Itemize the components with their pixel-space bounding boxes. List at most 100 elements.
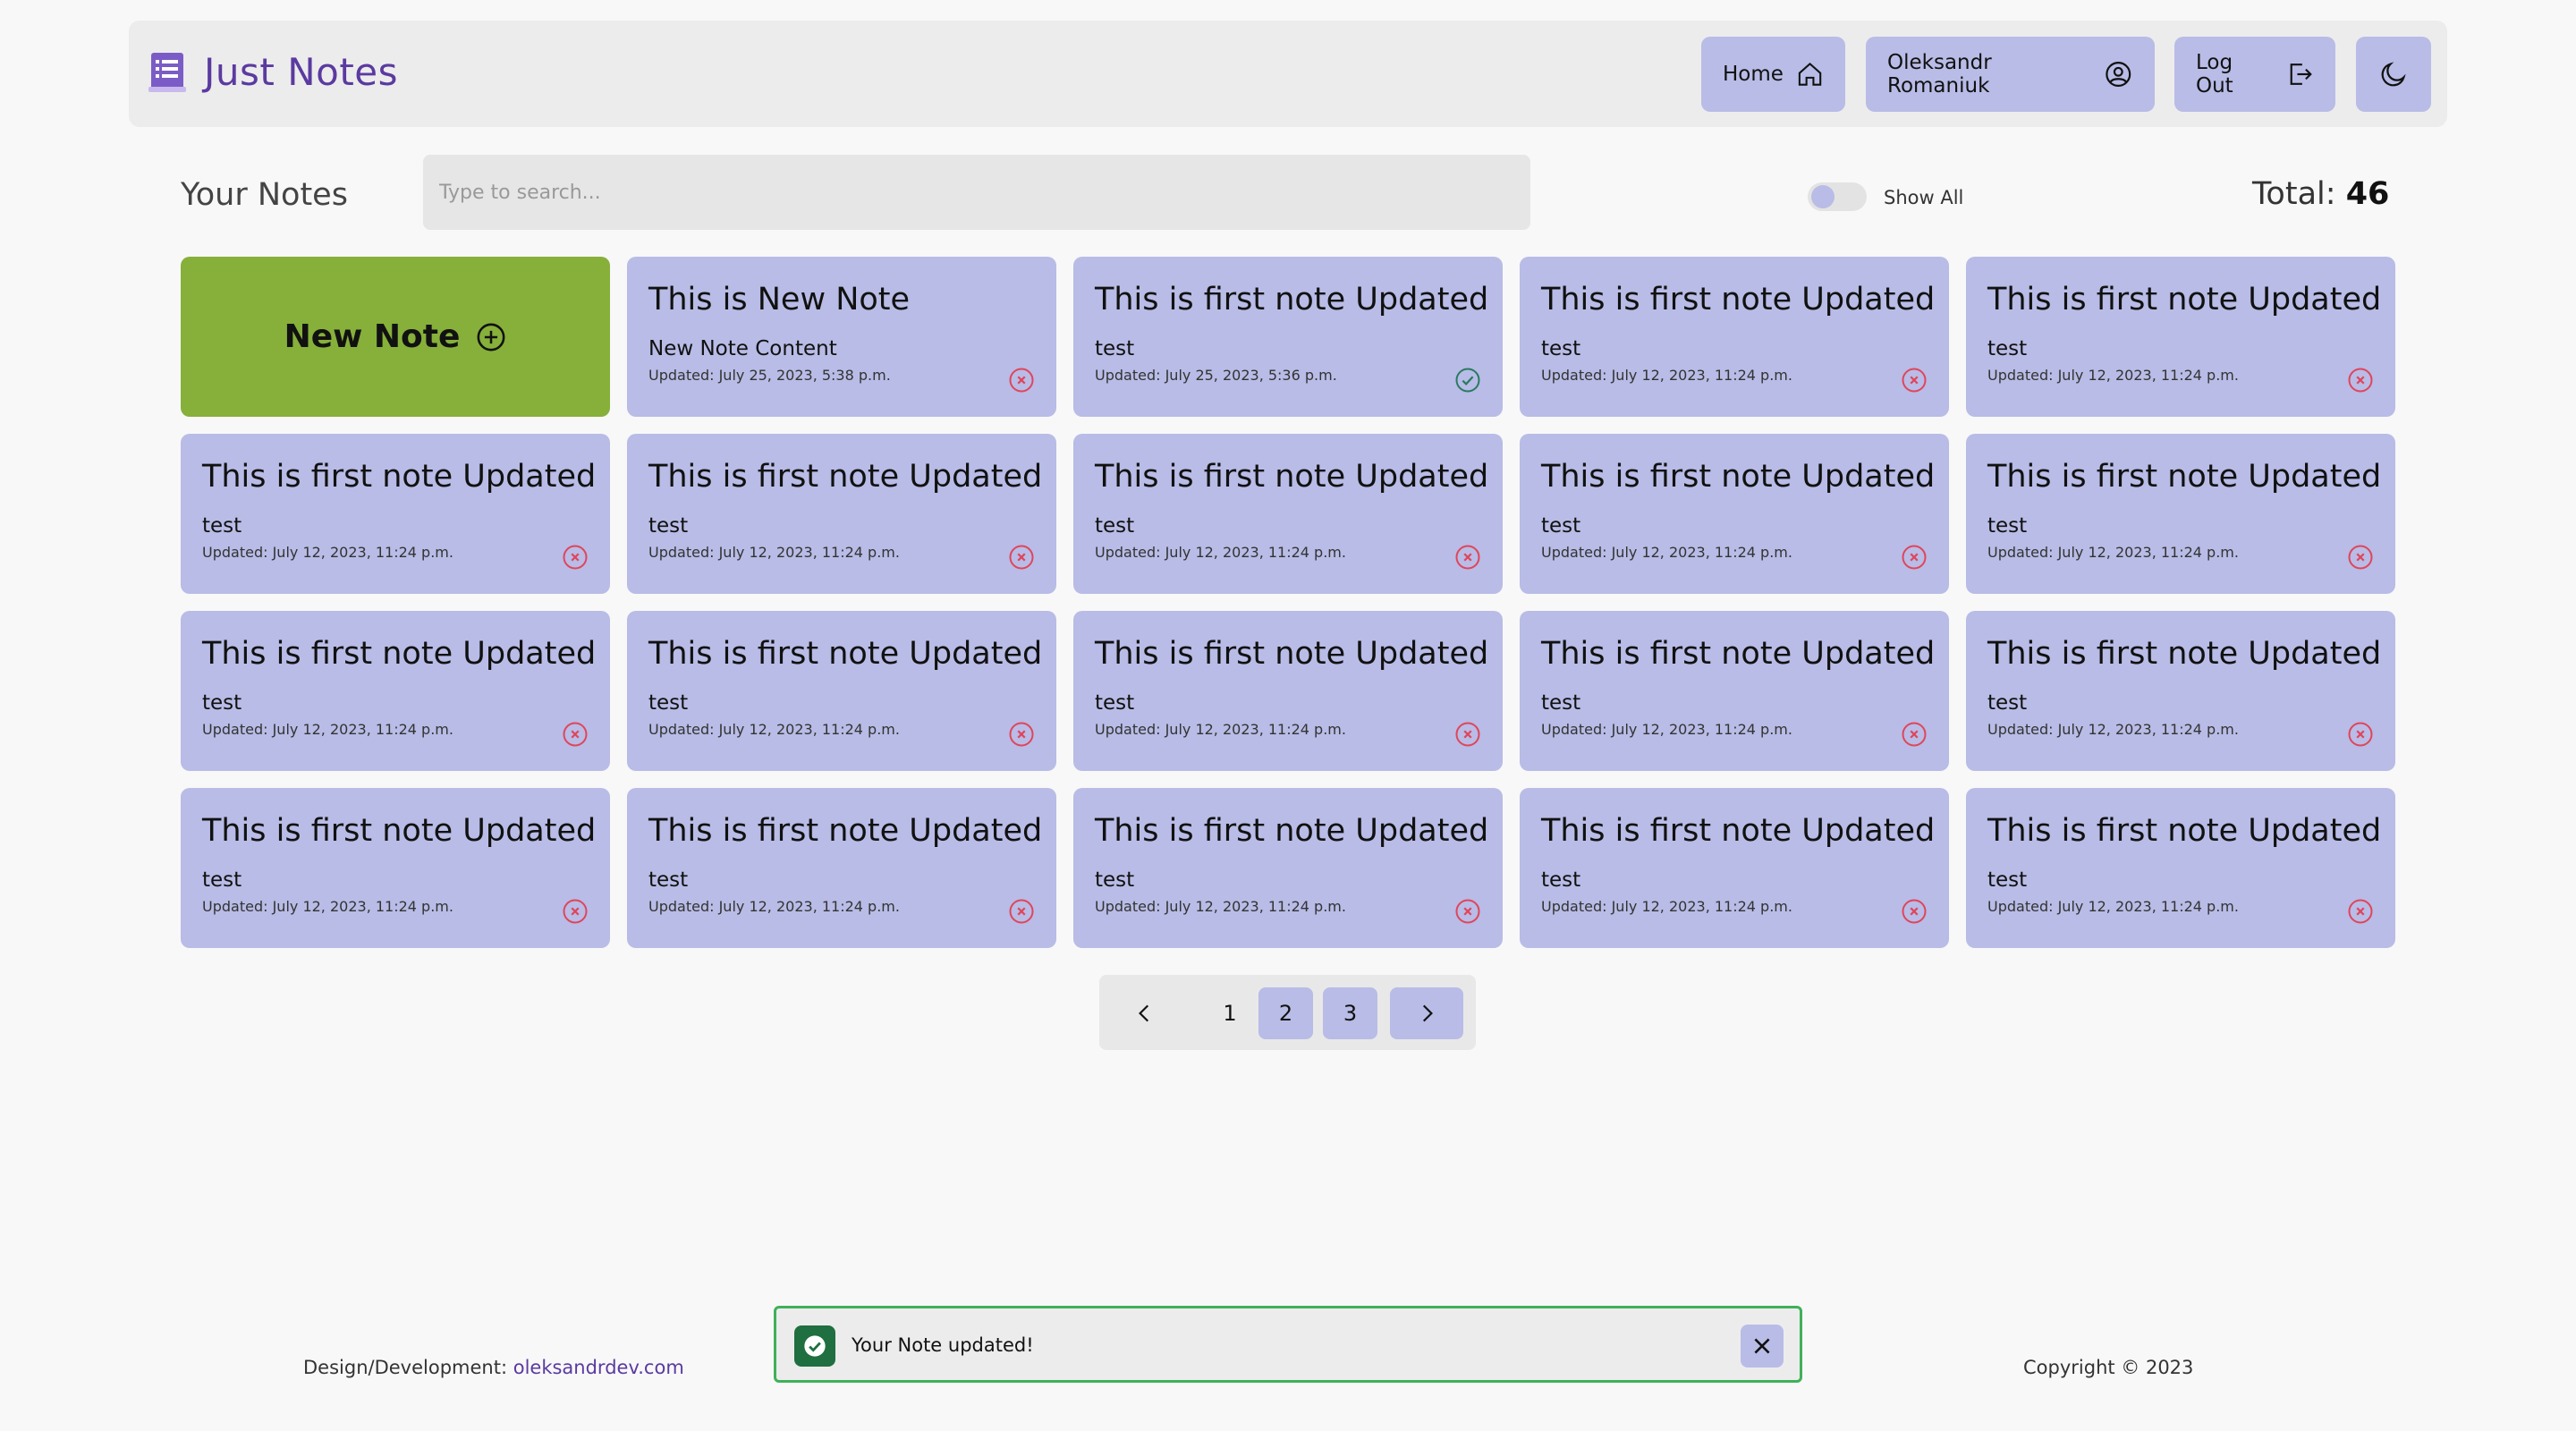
note-card[interactable]: This is first note Updated test Updated: J… xyxy=(627,434,1056,594)
page-title: Your Notes xyxy=(181,177,348,213)
check-circle-icon[interactable] xyxy=(1454,367,1481,394)
home-button[interactable]: Home xyxy=(1701,37,1845,112)
note-updated-date: Updated: July 25, 2023, 5:38 p.m. xyxy=(648,367,891,384)
note-title: This is first note Updated xyxy=(1095,813,1489,849)
note-updated-date: Updated: July 12, 2023, 11:24 p.m. xyxy=(1987,721,2239,738)
note-content: test xyxy=(1987,691,2028,715)
user-circle-icon xyxy=(2106,62,2131,87)
logout-icon xyxy=(2290,64,2312,85)
x-circle-icon[interactable] xyxy=(2347,367,2374,394)
x-circle-icon[interactable] xyxy=(1008,367,1035,394)
x-circle-icon[interactable] xyxy=(1008,544,1035,571)
prev-page-button[interactable] xyxy=(1119,987,1171,1039)
notebook-icon[interactable] xyxy=(148,51,186,94)
note-content: test xyxy=(202,514,242,538)
app-title[interactable]: Just Notes xyxy=(204,47,398,97)
show-all-toggle[interactable] xyxy=(1808,182,1867,211)
note-title: This is first note Updated xyxy=(1541,813,1936,849)
note-card[interactable]: This is first note Updated test Updated: J… xyxy=(1520,434,1949,594)
note-title: This is first note Updated xyxy=(648,459,1043,495)
note-title: This is first note Updated xyxy=(1095,636,1489,672)
note-card[interactable]: This is first note Updated test Updated: J… xyxy=(1073,788,1503,948)
note-card[interactable]: This is first note Updated test Updated: J… xyxy=(1966,611,2395,771)
note-content: test xyxy=(648,691,689,715)
note-content: test xyxy=(1987,337,2028,360)
notes-grid: New Note This is New Note New Note Conten… xyxy=(181,257,2395,948)
note-content: test xyxy=(202,691,242,715)
show-all-label: Show All xyxy=(1884,187,1964,208)
note-updated-date: Updated: July 12, 2023, 11:24 p.m. xyxy=(1987,367,2239,384)
x-circle-icon[interactable] xyxy=(2347,721,2374,748)
credit-link[interactable]: oleksandrdev.com xyxy=(513,1357,684,1378)
note-card[interactable]: This is first note Updated test Updated: J… xyxy=(627,611,1056,771)
x-circle-icon[interactable] xyxy=(1901,898,1928,925)
theme-toggle-button[interactable] xyxy=(2356,37,2431,112)
next-page-button[interactable] xyxy=(1390,987,1463,1039)
note-content: test xyxy=(1095,868,1135,892)
close-icon xyxy=(1754,1338,1770,1354)
x-circle-icon[interactable] xyxy=(1454,544,1481,571)
note-title: This is first note Updated xyxy=(1095,282,1489,318)
note-card[interactable]: This is first note Updated test Updated: J… xyxy=(1966,257,2395,417)
note-card[interactable]: This is first note Updated test Updated: J… xyxy=(1073,611,1503,771)
x-circle-icon[interactable] xyxy=(1901,721,1928,748)
x-circle-icon[interactable] xyxy=(1008,721,1035,748)
toggle-knob xyxy=(1811,185,1835,208)
page-button-3[interactable]: 3 xyxy=(1323,987,1377,1039)
x-circle-icon[interactable] xyxy=(1901,367,1928,394)
note-card[interactable]: This is first note Updated test Updated: J… xyxy=(181,788,610,948)
new-note-button[interactable]: New Note xyxy=(181,257,610,417)
note-card[interactable]: This is first note Updated test Updated: J… xyxy=(1520,257,1949,417)
note-title: This is first note Updated xyxy=(648,813,1043,849)
note-card[interactable]: This is first note Updated test Updated: J… xyxy=(627,788,1056,948)
toast-close-button[interactable] xyxy=(1741,1325,1784,1367)
note-card[interactable]: This is first note Updated test Updated: J… xyxy=(1966,434,2395,594)
note-updated-date: Updated: July 12, 2023, 11:24 p.m. xyxy=(648,544,900,561)
x-circle-icon[interactable] xyxy=(2347,544,2374,571)
page-button-1[interactable]: 1 xyxy=(1204,987,1256,1039)
home-label: Home xyxy=(1723,63,1784,86)
note-title: This is first note Updated xyxy=(1987,813,2382,849)
search-input[interactable] xyxy=(423,155,1530,230)
note-card[interactable]: This is first note Updated test Updated: J… xyxy=(181,611,610,771)
note-card[interactable]: This is New Note New Note Content Updated:… xyxy=(627,257,1056,417)
total-label: Total: xyxy=(2252,176,2336,212)
credit-label: Design/Development: xyxy=(303,1357,508,1378)
note-updated-date: Updated: July 12, 2023, 11:24 p.m. xyxy=(1095,544,1346,561)
note-content: test xyxy=(648,868,689,892)
x-circle-icon[interactable] xyxy=(1008,898,1035,925)
note-content: test xyxy=(1095,691,1135,715)
note-updated-date: Updated: July 12, 2023, 11:24 p.m. xyxy=(1095,898,1346,915)
note-title: This is first note Updated xyxy=(1987,282,2382,318)
x-circle-icon[interactable] xyxy=(1454,721,1481,748)
note-updated-date: Updated: July 25, 2023, 5:36 p.m. xyxy=(1095,367,1337,384)
note-title: This is first note Updated xyxy=(1987,459,2382,495)
note-content: test xyxy=(1095,514,1135,538)
x-circle-icon[interactable] xyxy=(2347,898,2374,925)
note-card[interactable]: This is first note Updated test Updated: J… xyxy=(1520,611,1949,771)
x-circle-icon[interactable] xyxy=(562,898,589,925)
note-card[interactable]: This is first note Updated test Updated: J… xyxy=(1073,257,1503,417)
page-button-2[interactable]: 2 xyxy=(1258,987,1313,1039)
note-card[interactable]: This is first note Updated test Updated: J… xyxy=(181,434,610,594)
note-title: This is first note Updated xyxy=(1095,459,1489,495)
note-card[interactable]: This is first note Updated test Updated: J… xyxy=(1966,788,2395,948)
x-circle-icon[interactable] xyxy=(1454,898,1481,925)
note-updated-date: Updated: July 12, 2023, 11:24 p.m. xyxy=(1541,898,1792,915)
note-title: This is first note Updated xyxy=(202,459,597,495)
x-circle-icon[interactable] xyxy=(1901,544,1928,571)
note-content: test xyxy=(202,868,242,892)
note-card[interactable]: This is first note Updated test Updated: J… xyxy=(1520,788,1949,948)
note-content: test xyxy=(1987,868,2028,892)
note-updated-date: Updated: July 12, 2023, 11:24 p.m. xyxy=(202,544,453,561)
x-circle-icon[interactable] xyxy=(562,544,589,571)
user-profile-button[interactable]: Oleksandr Romaniuk xyxy=(1866,37,2155,112)
note-content: test xyxy=(1987,514,2028,538)
x-circle-icon[interactable] xyxy=(562,721,589,748)
note-content: test xyxy=(1541,868,1581,892)
logout-button[interactable]: Log Out xyxy=(2174,37,2335,112)
note-content: New Note Content xyxy=(648,337,837,360)
note-updated-date: Updated: July 12, 2023, 11:24 p.m. xyxy=(202,898,453,915)
chevron-left-icon xyxy=(1139,1004,1149,1022)
note-card[interactable]: This is first note Updated test Updated: J… xyxy=(1073,434,1503,594)
